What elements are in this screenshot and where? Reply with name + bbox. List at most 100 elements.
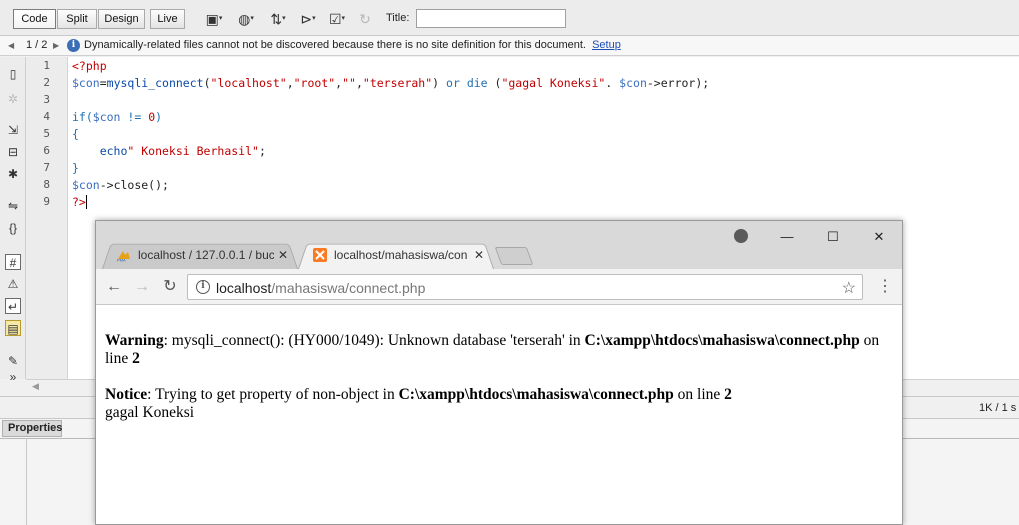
code-token: ; xyxy=(258,144,266,158)
close-tab-icon[interactable]: ✕ xyxy=(278,241,288,269)
expand-all-icon[interactable]: ✱ xyxy=(5,166,21,182)
dreamweaver-window: Code Split Design Live ▣▾ ◍▾ ⇅▾ ⊳▾ ☑▾ ↻ … xyxy=(0,0,1019,525)
page-content: Warning: mysqli_connect(): (HY000/1049):… xyxy=(96,305,902,524)
open-documents-icon[interactable]: ▯ xyxy=(5,66,21,82)
new-tab-button[interactable] xyxy=(494,247,534,265)
code-line-1: <?php xyxy=(72,59,107,73)
tab-title: localhost/mahasiswa/con xyxy=(334,248,468,262)
related-files-infobar: ◀ 1 / 2 ▶ i Dynamically-related files ca… xyxy=(0,36,1019,56)
text-cursor xyxy=(85,195,87,209)
refresh-icon[interactable]: ↻ xyxy=(352,10,378,28)
document-toolbar: Code Split Design Live ▣▾ ◍▾ ⇅▾ ⊳▾ ☑▾ ↻ … xyxy=(0,0,1019,36)
properties-tab[interactable]: Properties xyxy=(2,420,62,437)
bookmark-star-icon[interactable]: ☆ xyxy=(842,278,856,298)
line-number: 4 xyxy=(43,110,50,123)
line-numbers-icon[interactable]: # xyxy=(5,254,21,270)
highlight-invalid-code-icon[interactable]: ⚠ xyxy=(5,276,21,292)
apply-comment-icon[interactable]: ✎ xyxy=(5,353,21,369)
setup-link[interactable]: Setup xyxy=(592,39,621,51)
line-number: 9 xyxy=(43,195,50,208)
code-token: if( xyxy=(72,110,93,124)
code-token: = xyxy=(99,76,107,90)
preview-in-browser-icon[interactable]: ◍▾ xyxy=(233,10,259,28)
tab-title: localhost / 127.0.0.1 / buc xyxy=(138,248,274,262)
more-tools-chevron-icon[interactable]: » xyxy=(5,369,21,385)
chrome-menu-icon[interactable]: ⋮ xyxy=(877,277,893,297)
php-warning: Warning: mysqli_connect(): (HY000/1049):… xyxy=(105,332,895,368)
code-view-button[interactable]: Code xyxy=(13,9,56,29)
select-parent-tag-icon[interactable]: ⇋ xyxy=(5,198,21,214)
phpmyadmin-icon: PMA xyxy=(117,251,130,262)
visual-aids-icon[interactable]: ⊳▾ xyxy=(295,10,321,28)
forward-button[interactable]: → xyxy=(132,277,152,297)
code-token: -> xyxy=(646,76,661,90)
site-info-icon[interactable]: i xyxy=(196,280,210,294)
browser-tab-phpmyadmin[interactable]: PMA localhost / 127.0.0.1 / buc ✕ xyxy=(102,241,298,269)
minimize-button[interactable]: — xyxy=(773,227,801,247)
code-token: die xyxy=(466,76,488,90)
code-token: "root" xyxy=(293,76,336,90)
line-number: 5 xyxy=(43,127,50,140)
code-token: $con xyxy=(619,76,647,90)
notice-label: Notice xyxy=(105,386,148,403)
code-token: { xyxy=(72,127,79,141)
code-token: echo xyxy=(72,144,128,158)
live-view-button[interactable]: Live xyxy=(150,9,185,29)
warning-text: : mysqli_connect(): (HY000/1049): Unknow… xyxy=(163,332,585,349)
balance-braces-icon[interactable]: {} xyxy=(5,220,21,236)
script-output: gagal Koneksi xyxy=(105,404,195,421)
previous-file-arrow-icon[interactable]: ◀ xyxy=(8,36,14,55)
code-token: ) xyxy=(155,110,163,124)
code-token: ( xyxy=(203,76,211,90)
code-token: , xyxy=(286,76,294,90)
php-close-tag: ?> xyxy=(72,195,86,209)
infobar-text: Dynamically-related files cannot not be … xyxy=(84,39,586,51)
collapse-full-tag-icon[interactable]: ⇲ xyxy=(5,122,21,138)
line-number: 8 xyxy=(43,178,50,191)
line-number: 2 xyxy=(43,76,50,89)
code-line-6: echo" Koneksi Berhasil"; xyxy=(72,144,266,158)
syntax-coloring-icon[interactable]: ▤ xyxy=(5,320,21,336)
back-button[interactable]: ← xyxy=(104,277,124,297)
multiscreen-icon[interactable]: ▣▾ xyxy=(201,10,227,28)
maximize-button[interactable]: ☐ xyxy=(819,227,847,247)
line-number: 3 xyxy=(43,93,50,106)
line-number: 7 xyxy=(43,161,50,174)
word-wrap-icon[interactable]: ↵ xyxy=(5,298,21,314)
code-token: "" xyxy=(342,76,356,90)
file-management-icon[interactable]: ⇅▾ xyxy=(265,10,291,28)
code-token: $con xyxy=(72,76,100,90)
info-icon: i xyxy=(67,39,80,52)
php-notice: Notice: Trying to get property of non-ob… xyxy=(105,386,895,404)
validate-markup-icon[interactable]: ☑▾ xyxy=(324,10,350,28)
next-file-arrow-icon[interactable]: ▶ xyxy=(53,36,59,55)
code-token: . xyxy=(605,76,620,90)
chrome-window: — ☐ ✕ PMA localhost / 127.0.0.1 / buc ✕ … xyxy=(95,220,903,525)
close-tab-icon[interactable]: ✕ xyxy=(474,241,484,269)
code-line-5: { xyxy=(72,127,79,141)
address-bar-row: ← → ↻ i localhost/mahasiswa/connect.php … xyxy=(96,269,902,305)
reload-button[interactable]: ↻ xyxy=(160,277,180,297)
notice-line: 2 xyxy=(724,386,732,403)
split-view-button[interactable]: Split xyxy=(57,9,97,29)
code-line-2: $con=mysqli_connect("localhost","root","… xyxy=(72,76,709,90)
url-text: localhost/mahasiswa/connect.php xyxy=(216,280,425,296)
document-title-input[interactable] xyxy=(416,9,566,28)
scroll-left-arrow-icon[interactable]: ◀ xyxy=(32,381,39,392)
code-token: , xyxy=(355,76,363,90)
code-token: or xyxy=(446,76,460,90)
profile-icon[interactable] xyxy=(734,229,748,243)
design-view-button[interactable]: Design xyxy=(98,9,145,29)
collapse-selection-icon[interactable]: ⊟ xyxy=(5,144,21,160)
omnibox[interactable]: i localhost/mahasiswa/connect.php ☆ xyxy=(187,274,863,300)
show-code-navigator-icon[interactable]: ✲ xyxy=(5,91,21,107)
code-token: } xyxy=(72,161,79,175)
properties-divider xyxy=(26,438,27,525)
code-token: "gagal Koneksi" xyxy=(501,76,606,90)
browser-tab-connect[interactable]: localhost/mahasiswa/con ✕ xyxy=(298,241,494,269)
php-open-tag: <?php xyxy=(72,59,107,73)
code-line-4: if($con != 0) xyxy=(72,110,162,124)
close-window-button[interactable]: ✕ xyxy=(865,227,893,247)
line-number: 6 xyxy=(43,144,50,157)
